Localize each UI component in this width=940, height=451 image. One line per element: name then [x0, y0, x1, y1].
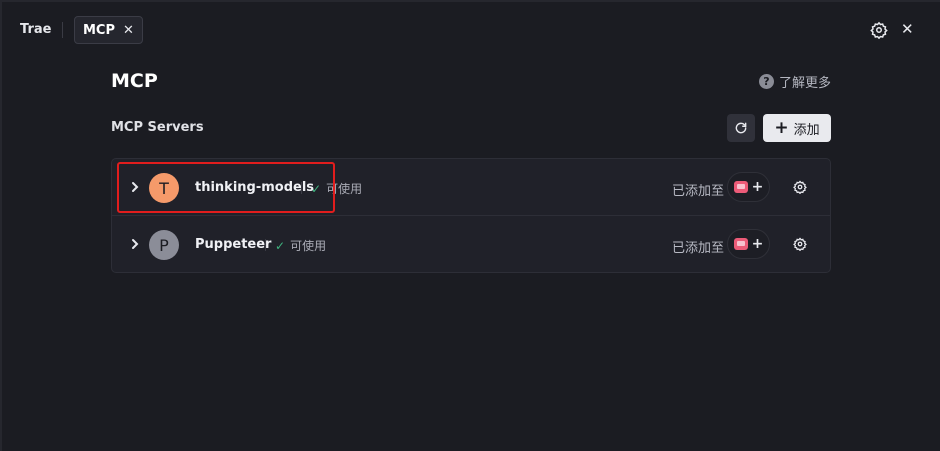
check-icon: ✓	[275, 238, 286, 253]
gear-icon[interactable]	[793, 237, 807, 251]
agent-icon	[733, 238, 748, 250]
divider	[265, 239, 266, 251]
plus-icon: +	[774, 117, 789, 138]
add-button-label: 添加	[793, 122, 820, 138]
tab-divider	[62, 22, 63, 38]
mcp-window: Trae MCP ✕ ✕ MCP ? 了解更多 MCP Servers + 添加	[0, 0, 940, 451]
server-row-puppeteer[interactable]: P Puppeteer ✓ 可使用 已添加至 +	[112, 216, 830, 272]
learn-more-label: 了解更多	[779, 76, 832, 91]
added-to-label: 已添加至	[672, 184, 725, 199]
tab-mcp[interactable]: MCP ✕	[74, 16, 143, 44]
avatar: P	[149, 230, 179, 260]
tab-bar: Trae MCP ✕ ✕	[2, 2, 940, 58]
learn-more-link[interactable]: ? 了解更多	[759, 72, 831, 91]
status-label: 可使用	[290, 239, 327, 253]
plus-icon: +	[751, 179, 764, 195]
help-icon: ?	[759, 74, 774, 89]
gear-icon[interactable]	[870, 21, 888, 39]
section-title: MCP Servers	[111, 120, 204, 135]
server-name: Puppeteer	[195, 237, 272, 252]
add-to-agent-button[interactable]: +	[727, 229, 770, 259]
added-to-label: 已添加至	[672, 241, 725, 256]
highlight-annotation	[117, 162, 335, 213]
status-badge: ✓ 可使用	[275, 237, 326, 254]
add-to-agent-button[interactable]: +	[727, 172, 770, 202]
close-icon[interactable]: ✕	[123, 24, 134, 37]
chevron-right-icon[interactable]	[130, 237, 140, 251]
tab-trae[interactable]: Trae	[20, 22, 51, 37]
agent-icon	[733, 181, 748, 193]
gear-icon[interactable]	[793, 180, 807, 194]
refresh-icon	[735, 122, 747, 134]
page-title: MCP	[111, 70, 158, 92]
add-server-button[interactable]: + 添加	[763, 114, 831, 142]
tab-mcp-label: MCP	[83, 22, 116, 38]
close-icon[interactable]: ✕	[901, 20, 914, 38]
refresh-button[interactable]	[727, 114, 755, 142]
plus-icon: +	[751, 236, 764, 252]
